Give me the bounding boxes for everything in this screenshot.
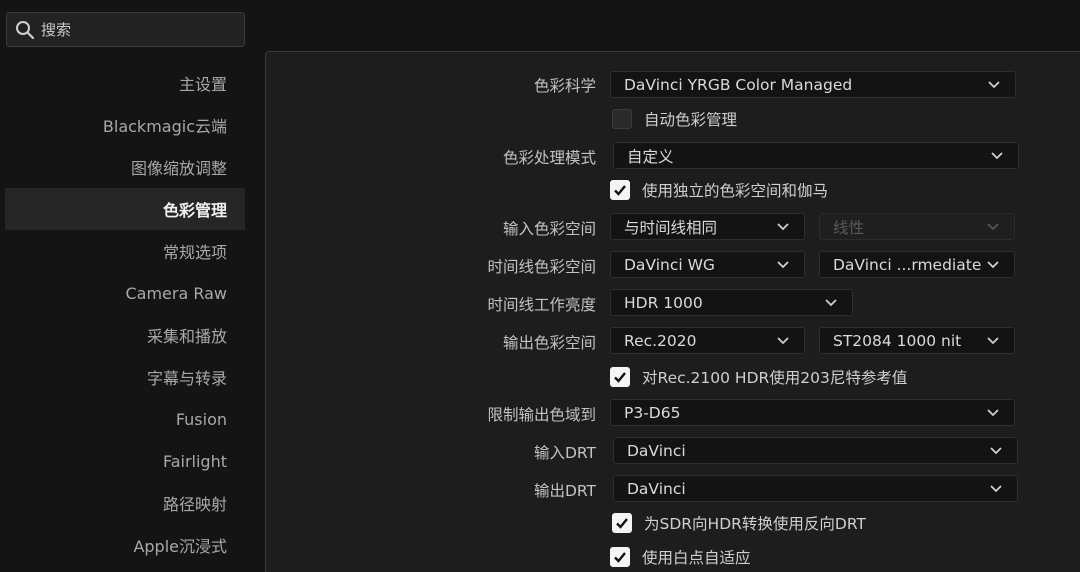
chevron-down-icon [777, 260, 789, 268]
input-gamma-dropdown: 线性 [819, 213, 1015, 240]
color-science-dropdown[interactable]: DaVinci YRGB Color Managed [610, 71, 1016, 98]
output-color-space-dropdown[interactable]: Rec.2020 [610, 327, 805, 354]
output-gamma-dropdown[interactable]: ST2084 1000 nit [819, 327, 1015, 354]
input-color-space-dropdown[interactable]: 与时间线相同 [610, 213, 805, 240]
processing-mode-dropdown[interactable]: 自定义 [613, 142, 1019, 169]
chevron-down-icon [987, 260, 999, 268]
color-science-label: 色彩科学 [533, 77, 596, 95]
checkmark-icon [616, 518, 628, 529]
sidebar-item-capture-playback[interactable]: 采集和播放 [0, 314, 245, 356]
sidebar-item-path-mapping[interactable]: 路径映射 [0, 482, 245, 524]
rec2100-row: 对Rec.2100 HDR使用203尼特参考值 [610, 366, 907, 388]
input-drt-dropdown[interactable]: DaVinci [613, 437, 1018, 464]
rec2100-label: 对Rec.2100 HDR使用203尼特参考值 [642, 369, 908, 387]
timeline-color-space-label: 时间线色彩空间 [487, 258, 596, 276]
color-management-panel: 色彩科学 DaVinci YRGB Color Managed 自动色彩管理 色… [265, 51, 1080, 572]
chevron-down-icon [987, 408, 999, 416]
sidebar-item-blackmagic-cloud[interactable]: Blackmagic云端 [0, 104, 245, 146]
sidebar-item-fusion[interactable]: Fusion [0, 398, 245, 440]
processing-mode-value: 自定义 [627, 147, 674, 166]
sidebar-item-apple-immersive[interactable]: Apple沉浸式 [0, 524, 245, 566]
processing-mode-label: 色彩处理模式 [502, 149, 596, 167]
checkmark-icon [614, 372, 626, 383]
output-drt-label: 输出DRT [533, 482, 596, 500]
output-color-space-value: Rec.2020 [624, 331, 697, 350]
inverse-drt-checkbox[interactable] [612, 513, 632, 533]
timeline-color-space-value: DaVinci WG [624, 255, 715, 274]
sidebar-item-general-options[interactable]: 常规选项 [0, 230, 245, 272]
inverse-drt-row: 为SDR向HDR转换使用反向DRT [612, 512, 866, 534]
output-drt-dropdown[interactable]: DaVinci [613, 475, 1018, 502]
sidebar-item-subtitles[interactable]: 字幕与转录 [0, 356, 245, 398]
output-color-space-label: 输出色彩空间 [502, 334, 596, 352]
inverse-drt-label: 为SDR向HDR转换使用反向DRT [644, 515, 866, 533]
timeline-gamma-dropdown[interactable]: DaVinci ...rmediate [819, 251, 1015, 278]
chevron-down-icon [987, 336, 999, 344]
sidebar-item-image-scaling[interactable]: 图像缩放调整 [0, 146, 245, 188]
checkmark-icon [614, 185, 626, 196]
chevron-down-icon [777, 336, 789, 344]
sidebar-item-master-settings[interactable]: 主设置 [0, 62, 245, 104]
limit-gamut-dropdown[interactable]: P3-D65 [610, 399, 1015, 426]
search-icon [16, 20, 35, 39]
separate-gamma-label: 使用独立的色彩空间和伽马 [642, 182, 829, 200]
white-point-row: 使用白点自适应 [610, 546, 751, 568]
input-drt-label: 输入DRT [533, 444, 596, 462]
auto-color-management-row: 自动色彩管理 [612, 108, 737, 130]
separate-gamma-row: 使用独立的色彩空间和伽马 [610, 179, 828, 201]
white-point-checkbox[interactable] [610, 547, 630, 567]
input-color-space-value: 与时间线相同 [624, 218, 718, 237]
input-color-space-label: 输入色彩空间 [502, 220, 596, 238]
limit-gamut-label: 限制输出色域到 [487, 406, 596, 424]
sidebar-item-fairlight[interactable]: Fairlight [0, 440, 245, 482]
rec2100-checkbox[interactable] [610, 367, 630, 387]
sidebar-item-camera-raw[interactable]: Camera Raw [0, 272, 245, 314]
chevron-down-icon [990, 484, 1002, 492]
input-gamma-value: 线性 [833, 218, 865, 237]
output-gamma-value: ST2084 1000 nit [833, 331, 962, 350]
limit-gamut-value: P3-D65 [624, 403, 681, 422]
chevron-down-icon [825, 298, 837, 306]
checkmark-icon [614, 552, 626, 563]
auto-color-management-label: 自动色彩管理 [644, 111, 738, 129]
timeline-gamma-value: DaVinci ...rmediate [833, 255, 982, 274]
search-input[interactable]: 搜索 [41, 19, 71, 40]
output-drt-value: DaVinci [627, 479, 686, 498]
chevron-down-icon [987, 222, 999, 230]
timeline-luminance-label: 时间线工作亮度 [487, 296, 596, 314]
white-point-label: 使用白点自适应 [642, 549, 751, 567]
chevron-down-icon [777, 222, 789, 230]
chevron-down-icon [988, 80, 1000, 88]
sidebar: 主设置 Blackmagic云端 图像缩放调整 色彩管理 常规选项 Camera… [0, 62, 245, 566]
separate-gamma-checkbox[interactable] [610, 180, 630, 200]
auto-color-management-checkbox[interactable] [612, 109, 632, 129]
chevron-down-icon [991, 151, 1003, 159]
sidebar-item-color-management[interactable]: 色彩管理 [5, 188, 245, 230]
timeline-color-space-dropdown[interactable]: DaVinci WG [610, 251, 805, 278]
timeline-luminance-value: HDR 1000 [624, 293, 703, 312]
timeline-luminance-dropdown[interactable]: HDR 1000 [610, 289, 853, 316]
color-science-value: DaVinci YRGB Color Managed [624, 75, 853, 94]
input-drt-value: DaVinci [627, 441, 686, 460]
chevron-down-icon [990, 446, 1002, 454]
search-box[interactable]: 搜索 [6, 12, 245, 47]
